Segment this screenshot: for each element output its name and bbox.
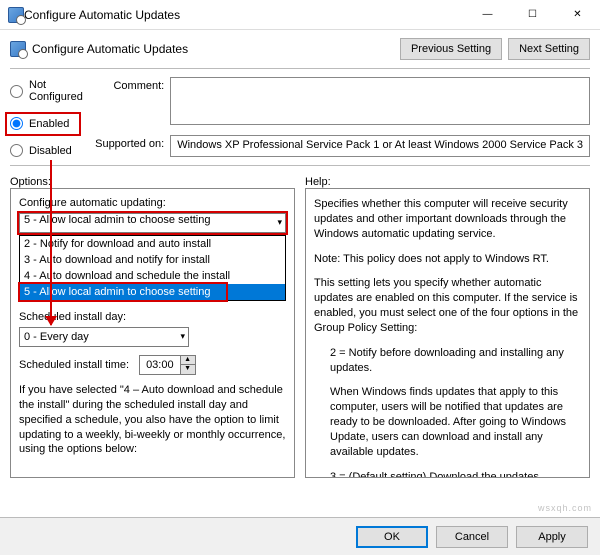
- sched-time-label: Scheduled install time:: [19, 359, 129, 371]
- dropdown-item-4[interactable]: 4 - Auto download and schedule the insta…: [20, 268, 285, 284]
- window-title: Configure Automatic Updates: [24, 8, 465, 22]
- radio-not-configured[interactable]: Not Configured: [10, 79, 94, 103]
- help-p1: Specifies whether this computer will rec…: [314, 197, 581, 242]
- help-p3: This setting lets you specify whether au…: [314, 276, 581, 335]
- configure-updating-dropdown[interactable]: 2 - Notify for download and auto install…: [19, 235, 286, 301]
- sched-time-row: Scheduled install time: 03:00 ▲ ▼: [19, 355, 286, 375]
- radio-not-configured-input[interactable]: [10, 85, 23, 98]
- maximize-button[interactable]: ☐: [510, 0, 555, 29]
- help-p6: 3 = (Default setting) Download the updat…: [314, 470, 581, 478]
- configure-updating-select-wrap: 5 - Allow local admin to choose setting …: [19, 213, 286, 233]
- radio-enabled-label: Enabled: [29, 118, 69, 130]
- header-row: Configure Automatic Updates Previous Set…: [0, 30, 600, 64]
- sched-time-value: 03:00: [140, 359, 180, 371]
- sched-day-block: Scheduled install day: 0 - Every day ▾: [19, 311, 286, 347]
- window-controls: — ☐ ✕: [465, 0, 600, 29]
- supported-row: Supported on: Windows XP Professional Se…: [94, 135, 590, 157]
- dialog-footer: OK Cancel Apply: [0, 517, 600, 555]
- radio-disabled-label: Disabled: [29, 145, 72, 157]
- state-section: Not Configured Enabled Disabled Comment:…: [0, 73, 600, 161]
- help-p2: Note: This policy does not apply to Wind…: [314, 252, 581, 267]
- close-button[interactable]: ✕: [555, 0, 600, 29]
- minimize-button[interactable]: —: [465, 0, 510, 29]
- watermark: wsxqh.com: [538, 503, 592, 513]
- sched-time-spinner[interactable]: 03:00 ▲ ▼: [139, 355, 196, 375]
- previous-setting-button[interactable]: Previous Setting: [400, 38, 502, 60]
- radio-disabled-input[interactable]: [10, 144, 23, 157]
- cancel-button[interactable]: Cancel: [436, 526, 508, 548]
- panels: Configure automatic updating: 5 - Allow …: [0, 188, 600, 478]
- divider: [10, 165, 590, 166]
- dropdown-item-3[interactable]: 3 - Auto download and notify for install: [20, 252, 285, 268]
- dropdown-item-2[interactable]: 2 - Notify for download and auto install: [20, 236, 285, 252]
- dropdown-item-5[interactable]: 5 - Allow local admin to choose setting: [20, 284, 285, 300]
- radio-not-configured-label: Not Configured: [29, 79, 94, 103]
- state-radios: Not Configured Enabled Disabled: [10, 77, 94, 157]
- configure-updating-select[interactable]: 5 - Allow local admin to choose setting: [19, 213, 286, 233]
- split-labels: Options: Help:: [0, 170, 600, 188]
- titlebar: Configure Automatic Updates — ☐ ✕: [0, 0, 600, 30]
- help-panel[interactable]: Specifies whether this computer will rec…: [305, 188, 590, 478]
- comment-textarea[interactable]: [170, 77, 590, 125]
- configure-updating-label: Configure automatic updating:: [19, 197, 286, 209]
- app-icon: [8, 7, 24, 23]
- supported-label: Supported on:: [94, 135, 164, 150]
- help-p5: When Windows finds updates that apply to…: [314, 385, 581, 459]
- policy-icon: [10, 41, 26, 57]
- options-heading: Options:: [10, 176, 295, 188]
- sched-day-select[interactable]: 0 - Every day: [19, 327, 189, 347]
- options-panel: Configure automatic updating: 5 - Allow …: [10, 188, 295, 478]
- supported-text: Windows XP Professional Service Pack 1 o…: [170, 135, 590, 157]
- radio-enabled[interactable]: Enabled: [10, 117, 94, 130]
- comment-label: Comment:: [94, 77, 164, 92]
- radio-enabled-input[interactable]: [10, 117, 23, 130]
- comment-row: Comment:: [94, 77, 590, 125]
- policy-title: Configure Automatic Updates: [32, 42, 394, 56]
- divider: [10, 68, 590, 69]
- options-footnote: If you have selected "4 – Auto download …: [19, 383, 286, 457]
- spin-up-icon[interactable]: ▲: [181, 356, 195, 365]
- apply-button[interactable]: Apply: [516, 526, 588, 548]
- spinner-buttons: ▲ ▼: [180, 356, 195, 374]
- ok-button[interactable]: OK: [356, 526, 428, 548]
- meta-column: Comment: Supported on: Windows XP Profes…: [94, 77, 590, 157]
- help-p4: 2 = Notify before downloading and instal…: [314, 346, 581, 376]
- help-heading: Help:: [305, 176, 590, 188]
- next-setting-button[interactable]: Next Setting: [508, 38, 590, 60]
- radio-disabled[interactable]: Disabled: [10, 144, 94, 157]
- sched-day-label: Scheduled install day:: [19, 311, 286, 323]
- spin-down-icon[interactable]: ▼: [181, 365, 195, 374]
